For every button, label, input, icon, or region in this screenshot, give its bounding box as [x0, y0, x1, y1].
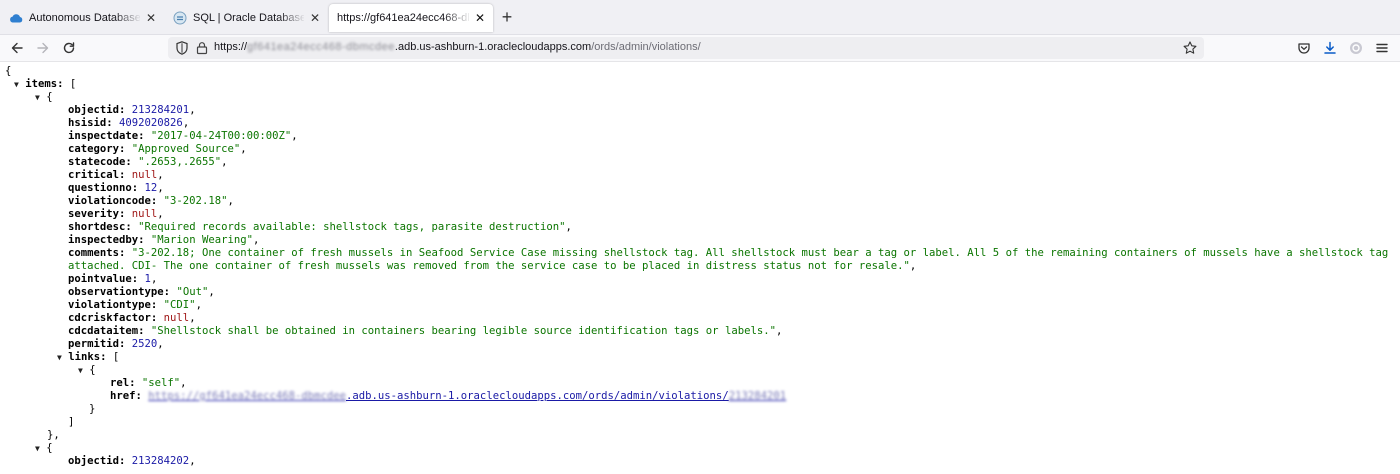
- json-row-rel: rel: "self",: [110, 377, 187, 389]
- database-icon: [172, 10, 188, 26]
- json-items-row: ▼ items: [: [14, 78, 77, 90]
- tab-sql-database-actions[interactable]: SQL | Oracle Database Actions ✕: [166, 4, 328, 32]
- forward-button[interactable]: [34, 39, 52, 57]
- tab-strip: Autonomous Database | Oracle C ✕ SQL | O…: [0, 0, 1400, 35]
- json-row-inspectedby: inspectedby: "Marion Wearing",: [68, 234, 260, 246]
- json-links-close: ]: [68, 416, 75, 428]
- json-item-open: ▼ {: [35, 91, 53, 103]
- json-item2-open: ▼ {: [35, 442, 53, 454]
- json-row-observationtype: observationtype: "Out",: [68, 286, 215, 298]
- reload-icon: [63, 42, 75, 54]
- json-row-pointvalue: pointvalue: 1,: [68, 273, 158, 285]
- back-button[interactable]: [8, 39, 26, 57]
- account-button[interactable]: [1347, 39, 1365, 57]
- json-row-objectid: objectid: 213284201,: [68, 104, 196, 116]
- tab-violations-json[interactable]: https://gf641ea24ecc468-dbmcdee ✕: [329, 4, 493, 32]
- expand-triangle-icon[interactable]: ▼: [35, 93, 40, 102]
- address-bar[interactable]: https://gf641ea24ecc468-dbmcdee.adb.us-a…: [168, 37, 1204, 59]
- lock-icon[interactable]: [194, 40, 210, 56]
- json-row-statecode: statecode: ".2653,.2655",: [68, 156, 228, 168]
- json-row-violationtype: violationtype: "CDI",: [68, 299, 202, 311]
- expand-triangle-icon[interactable]: ▼: [35, 444, 40, 453]
- cloud-icon: [8, 10, 24, 26]
- json-open-brace: {: [5, 65, 12, 77]
- json-row-cdcdataitem: cdcdataitem: "Shellstock shall be obtain…: [68, 325, 783, 337]
- navigation-bar: https://gf641ea24ecc468-dbmcdee.adb.us-a…: [0, 35, 1400, 62]
- json-row-category: category: "Approved Source",: [68, 143, 247, 155]
- json-link-close: }: [89, 403, 96, 415]
- json-row-severity: severity: null,: [68, 208, 164, 220]
- hamburger-menu-icon: [1376, 43, 1388, 53]
- json-row-comments: comments: "3-202.18; One container of fr…: [68, 247, 1389, 259]
- close-icon[interactable]: ✕: [308, 11, 322, 25]
- json-row-links: ▼ links: [: [57, 351, 120, 363]
- expand-triangle-icon[interactable]: ▼: [57, 353, 62, 362]
- href-link[interactable]: https://gf641ea24ecc468-dbmcdee.adb.us-a…: [148, 390, 786, 402]
- close-icon[interactable]: ✕: [144, 11, 158, 25]
- json-row-inspectdate: inspectdate: "2017-04-24T00:00:00Z",: [68, 130, 298, 142]
- avatar-icon: [1350, 42, 1362, 54]
- json-row-shortdesc: shortdesc: "Required records available: …: [68, 221, 572, 233]
- reload-button[interactable]: [60, 39, 78, 57]
- expand-triangle-icon[interactable]: ▼: [78, 366, 83, 375]
- pocket-icon: [1298, 43, 1310, 54]
- menu-button[interactable]: [1373, 39, 1391, 57]
- json-row-questionno: questionno: 12,: [68, 182, 164, 194]
- redacted-url-part: gf641ea24ecc468-dbmcdee: [247, 41, 395, 53]
- arrow-left-icon: [11, 42, 23, 54]
- json-row-hsisid: hsisid: 4092020826,: [68, 117, 190, 129]
- json-row-comments-cont: attached. CDI- The one container of fres…: [68, 260, 917, 272]
- json-viewer: { ▼ items: [ ▼ { objectid: 213284201, hs…: [0, 62, 1400, 474]
- close-icon[interactable]: ✕: [473, 11, 487, 25]
- new-tab-button[interactable]: +: [498, 8, 516, 26]
- json-item-close: },: [47, 429, 60, 441]
- downloads-button[interactable]: [1321, 39, 1339, 57]
- pocket-button[interactable]: [1295, 39, 1313, 57]
- json-row-objectid-2: objectid: 213284202,: [68, 455, 196, 467]
- json-link-open: ▼ {: [78, 364, 96, 376]
- download-icon: [1324, 41, 1336, 54]
- json-row-cdcriskfactor: cdcriskfactor: null,: [68, 312, 196, 324]
- arrow-right-icon: [37, 42, 49, 54]
- json-row-critical: critical: null,: [68, 169, 164, 181]
- json-row-href: href: https://gf641ea24ecc468-dbmcdee.ad…: [110, 390, 787, 402]
- expand-triangle-icon[interactable]: ▼: [14, 80, 19, 89]
- json-row-permitid: permitid: 2520,: [68, 338, 164, 350]
- bookmark-star-icon[interactable]: [1182, 40, 1198, 56]
- tab-autonomous-database[interactable]: Autonomous Database | Oracle C ✕: [2, 4, 164, 32]
- shield-icon[interactable]: [174, 40, 190, 56]
- json-row-violationcode: violationcode: "3-202.18",: [68, 195, 234, 207]
- url-text[interactable]: https://gf641ea24ecc468-dbmcdee.adb.us-a…: [214, 41, 701, 53]
